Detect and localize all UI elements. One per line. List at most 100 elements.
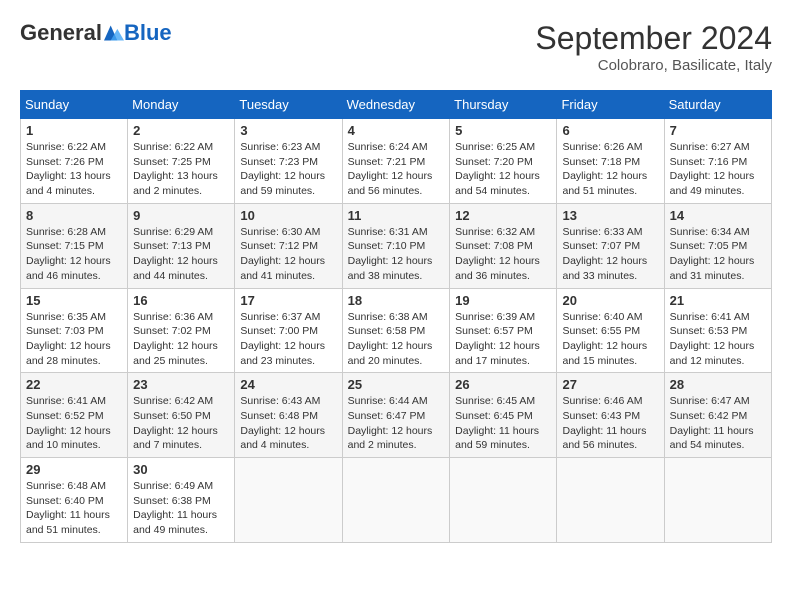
day-number: 13 [562, 208, 658, 223]
calendar-week-1: 1 Sunrise: 6:22 AM Sunset: 7:26 PM Dayli… [21, 119, 772, 204]
day-detail: Sunrise: 6:27 AM Sunset: 7:16 PM Dayligh… [670, 140, 766, 199]
day-detail: Sunrise: 6:44 AM Sunset: 6:47 PM Dayligh… [348, 394, 445, 453]
day-number: 22 [26, 377, 122, 392]
day-number: 8 [26, 208, 122, 223]
day-detail: Sunrise: 6:35 AM Sunset: 7:03 PM Dayligh… [26, 310, 122, 369]
page-header: General Blue September 2024 Colobraro, B… [20, 20, 772, 74]
calendar-cell: 29 Sunrise: 6:48 AM Sunset: 6:40 PM Dayl… [21, 458, 128, 543]
logo-general: General [20, 20, 102, 46]
day-detail: Sunrise: 6:32 AM Sunset: 7:08 PM Dayligh… [455, 225, 551, 284]
location: Colobraro, Basilicate, Italy [535, 57, 772, 74]
month-title: September 2024 [535, 20, 772, 57]
day-number: 5 [455, 123, 551, 138]
calendar-cell: 12 Sunrise: 6:32 AM Sunset: 7:08 PM Dayl… [450, 203, 557, 288]
day-number: 11 [348, 208, 445, 223]
calendar-cell [557, 458, 664, 543]
calendar-cell: 26 Sunrise: 6:45 AM Sunset: 6:45 PM Dayl… [450, 373, 557, 458]
weekday-header-sunday: Sunday [21, 91, 128, 119]
calendar-cell [342, 458, 450, 543]
calendar-cell: 6 Sunrise: 6:26 AM Sunset: 7:18 PM Dayli… [557, 119, 664, 204]
day-number: 25 [348, 377, 445, 392]
day-number: 17 [240, 293, 336, 308]
calendar-cell: 14 Sunrise: 6:34 AM Sunset: 7:05 PM Dayl… [664, 203, 771, 288]
day-detail: Sunrise: 6:24 AM Sunset: 7:21 PM Dayligh… [348, 140, 445, 199]
calendar-cell [450, 458, 557, 543]
day-detail: Sunrise: 6:49 AM Sunset: 6:38 PM Dayligh… [133, 479, 229, 538]
day-detail: Sunrise: 6:41 AM Sunset: 6:53 PM Dayligh… [670, 310, 766, 369]
calendar-week-4: 22 Sunrise: 6:41 AM Sunset: 6:52 PM Dayl… [21, 373, 772, 458]
calendar-cell: 2 Sunrise: 6:22 AM Sunset: 7:25 PM Dayli… [128, 119, 235, 204]
day-number: 14 [670, 208, 766, 223]
day-detail: Sunrise: 6:43 AM Sunset: 6:48 PM Dayligh… [240, 394, 336, 453]
calendar-cell [664, 458, 771, 543]
day-number: 20 [562, 293, 658, 308]
day-detail: Sunrise: 6:48 AM Sunset: 6:40 PM Dayligh… [26, 479, 122, 538]
day-number: 15 [26, 293, 122, 308]
day-number: 7 [670, 123, 766, 138]
calendar-cell [235, 458, 342, 543]
calendar-cell: 16 Sunrise: 6:36 AM Sunset: 7:02 PM Dayl… [128, 288, 235, 373]
calendar-cell: 27 Sunrise: 6:46 AM Sunset: 6:43 PM Dayl… [557, 373, 664, 458]
day-detail: Sunrise: 6:22 AM Sunset: 7:25 PM Dayligh… [133, 140, 229, 199]
day-detail: Sunrise: 6:38 AM Sunset: 6:58 PM Dayligh… [348, 310, 445, 369]
logo: General Blue [20, 20, 172, 46]
calendar-cell: 21 Sunrise: 6:41 AM Sunset: 6:53 PM Dayl… [664, 288, 771, 373]
calendar-cell: 17 Sunrise: 6:37 AM Sunset: 7:00 PM Dayl… [235, 288, 342, 373]
day-number: 2 [133, 123, 229, 138]
calendar-cell: 28 Sunrise: 6:47 AM Sunset: 6:42 PM Dayl… [664, 373, 771, 458]
day-detail: Sunrise: 6:23 AM Sunset: 7:23 PM Dayligh… [240, 140, 336, 199]
day-number: 24 [240, 377, 336, 392]
day-detail: Sunrise: 6:46 AM Sunset: 6:43 PM Dayligh… [562, 394, 658, 453]
calendar-cell: 5 Sunrise: 6:25 AM Sunset: 7:20 PM Dayli… [450, 119, 557, 204]
day-number: 6 [562, 123, 658, 138]
day-detail: Sunrise: 6:26 AM Sunset: 7:18 PM Dayligh… [562, 140, 658, 199]
weekday-header-saturday: Saturday [664, 91, 771, 119]
day-number: 27 [562, 377, 658, 392]
day-number: 12 [455, 208, 551, 223]
day-detail: Sunrise: 6:45 AM Sunset: 6:45 PM Dayligh… [455, 394, 551, 453]
day-detail: Sunrise: 6:29 AM Sunset: 7:13 PM Dayligh… [133, 225, 229, 284]
calendar-week-5: 29 Sunrise: 6:48 AM Sunset: 6:40 PM Dayl… [21, 458, 772, 543]
calendar-cell: 20 Sunrise: 6:40 AM Sunset: 6:55 PM Dayl… [557, 288, 664, 373]
day-detail: Sunrise: 6:30 AM Sunset: 7:12 PM Dayligh… [240, 225, 336, 284]
day-number: 19 [455, 293, 551, 308]
weekday-header-row: SundayMondayTuesdayWednesdayThursdayFrid… [21, 91, 772, 119]
calendar-cell: 15 Sunrise: 6:35 AM Sunset: 7:03 PM Dayl… [21, 288, 128, 373]
calendar-cell: 1 Sunrise: 6:22 AM Sunset: 7:26 PM Dayli… [21, 119, 128, 204]
day-number: 26 [455, 377, 551, 392]
weekday-header-wednesday: Wednesday [342, 91, 450, 119]
day-detail: Sunrise: 6:25 AM Sunset: 7:20 PM Dayligh… [455, 140, 551, 199]
calendar-cell: 23 Sunrise: 6:42 AM Sunset: 6:50 PM Dayl… [128, 373, 235, 458]
weekday-header-monday: Monday [128, 91, 235, 119]
day-number: 16 [133, 293, 229, 308]
day-detail: Sunrise: 6:37 AM Sunset: 7:00 PM Dayligh… [240, 310, 336, 369]
day-number: 30 [133, 462, 229, 477]
weekday-header-thursday: Thursday [450, 91, 557, 119]
day-number: 1 [26, 123, 122, 138]
calendar-cell: 9 Sunrise: 6:29 AM Sunset: 7:13 PM Dayli… [128, 203, 235, 288]
day-number: 21 [670, 293, 766, 308]
day-number: 3 [240, 123, 336, 138]
day-detail: Sunrise: 6:40 AM Sunset: 6:55 PM Dayligh… [562, 310, 658, 369]
calendar-week-2: 8 Sunrise: 6:28 AM Sunset: 7:15 PM Dayli… [21, 203, 772, 288]
day-number: 4 [348, 123, 445, 138]
calendar-week-3: 15 Sunrise: 6:35 AM Sunset: 7:03 PM Dayl… [21, 288, 772, 373]
calendar-cell: 18 Sunrise: 6:38 AM Sunset: 6:58 PM Dayl… [342, 288, 450, 373]
logo-blue: Blue [124, 20, 172, 46]
day-detail: Sunrise: 6:22 AM Sunset: 7:26 PM Dayligh… [26, 140, 122, 199]
calendar-cell: 3 Sunrise: 6:23 AM Sunset: 7:23 PM Dayli… [235, 119, 342, 204]
day-number: 10 [240, 208, 336, 223]
calendar: SundayMondayTuesdayWednesdayThursdayFrid… [20, 90, 772, 543]
day-detail: Sunrise: 6:41 AM Sunset: 6:52 PM Dayligh… [26, 394, 122, 453]
calendar-cell: 25 Sunrise: 6:44 AM Sunset: 6:47 PM Dayl… [342, 373, 450, 458]
calendar-cell: 11 Sunrise: 6:31 AM Sunset: 7:10 PM Dayl… [342, 203, 450, 288]
day-detail: Sunrise: 6:47 AM Sunset: 6:42 PM Dayligh… [670, 394, 766, 453]
weekday-header-tuesday: Tuesday [235, 91, 342, 119]
weekday-header-friday: Friday [557, 91, 664, 119]
day-detail: Sunrise: 6:28 AM Sunset: 7:15 PM Dayligh… [26, 225, 122, 284]
day-detail: Sunrise: 6:34 AM Sunset: 7:05 PM Dayligh… [670, 225, 766, 284]
day-detail: Sunrise: 6:33 AM Sunset: 7:07 PM Dayligh… [562, 225, 658, 284]
day-number: 9 [133, 208, 229, 223]
calendar-cell: 30 Sunrise: 6:49 AM Sunset: 6:38 PM Dayl… [128, 458, 235, 543]
day-number: 23 [133, 377, 229, 392]
